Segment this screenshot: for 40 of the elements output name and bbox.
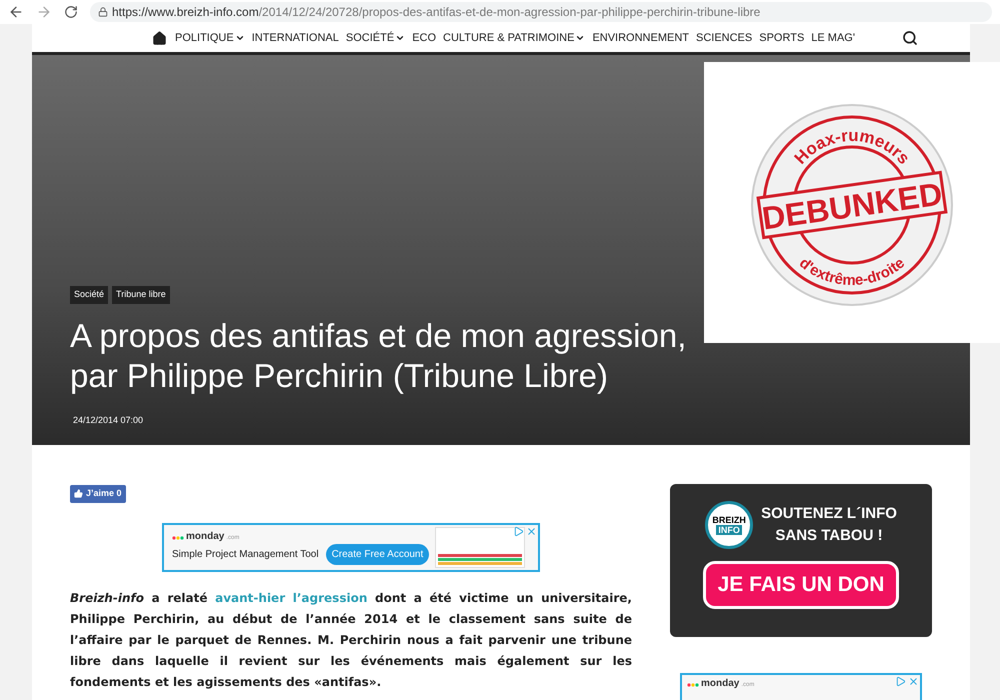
thumbs-up-icon bbox=[74, 489, 83, 498]
nav-link[interactable]: SPORTS bbox=[759, 30, 804, 46]
close-icon[interactable] bbox=[526, 526, 537, 536]
breizh-info-logo: BREIZH INFO bbox=[705, 501, 754, 549]
category-tag[interactable]: Tribune libre bbox=[112, 286, 170, 304]
donate-slogan: SANS TABOU ! bbox=[775, 526, 883, 546]
adchoices-icon[interactable] bbox=[895, 676, 906, 687]
chevron-icon bbox=[234, 33, 245, 43]
category-tag[interactable]: Société bbox=[70, 286, 108, 304]
nav-link[interactable]: ECO bbox=[412, 30, 436, 46]
home-icon[interactable] bbox=[152, 30, 167, 46]
url-path: /2014/12/24/20728/propos-des-antifas-et-de-mon-agression-par-philippe-perchirin-tribune-libre bbox=[258, 4, 760, 21]
article-date: 24/12/2014 07:00 bbox=[73, 414, 144, 426]
donate-button[interactable]: JE FAIS UN DON bbox=[703, 561, 899, 609]
nav-link[interactable]: ENVIRONNEMENT bbox=[592, 30, 689, 46]
nav-link[interactable]: INTERNATIONAL bbox=[252, 30, 339, 46]
ad-headline: Simple Project Management Tool bbox=[172, 548, 319, 562]
close-icon[interactable] bbox=[908, 676, 919, 687]
nav-link[interactable]: SOCIÉTÉ bbox=[346, 30, 406, 46]
article-paragraph: Breizh-info a relaté avant-hier l’agression dont a été victime un universitaire, Philippe Perchirin, au début de l’année 2014 et le classement sans suite de l’affaire par le parquet de Rennes. M. Perchirin nous a fait parvenir une tribune libre dans laquelle il revient sur les événements mais également sur les fondements et les agissements des «antifas». bbox=[70, 590, 632, 691]
search-icon[interactable] bbox=[902, 30, 918, 46]
donate-slogan: SOUTENEZ L´INFO bbox=[761, 504, 897, 524]
reload-icon[interactable] bbox=[64, 5, 78, 19]
article-title: par Philippe Perchirin (Tribune Libre) bbox=[70, 356, 610, 396]
nav-link[interactable]: LE MAG' bbox=[811, 30, 855, 46]
back-icon[interactable] bbox=[8, 4, 24, 20]
like-button[interactable]: J’aime 0 bbox=[70, 485, 126, 502]
chevron-icon bbox=[395, 33, 406, 43]
ad-brand: monday bbox=[701, 677, 740, 691]
adchoices-icon[interactable] bbox=[513, 526, 524, 536]
url-host: https://www.breizh-info.com bbox=[112, 4, 259, 21]
lock-icon bbox=[98, 7, 108, 17]
nav-link[interactable]: CULTURE & PATRIMOINE bbox=[443, 30, 586, 46]
nav-link[interactable]: POLITIQUE bbox=[175, 30, 245, 46]
address-bar[interactable]: https://www.breizh-info.com/2014/12/24/20728/propos-des-antifas-et-de-mon-agression-par-philippe-perchirin-tribune-libre bbox=[90, 2, 992, 22]
nav-link[interactable]: SCIENCES bbox=[696, 30, 752, 46]
chevron-icon bbox=[575, 33, 586, 43]
forward-icon[interactable] bbox=[36, 4, 52, 20]
article-title: A propos des antifas et de mon agression, bbox=[70, 316, 688, 356]
ad-brand: monday bbox=[186, 530, 224, 544]
